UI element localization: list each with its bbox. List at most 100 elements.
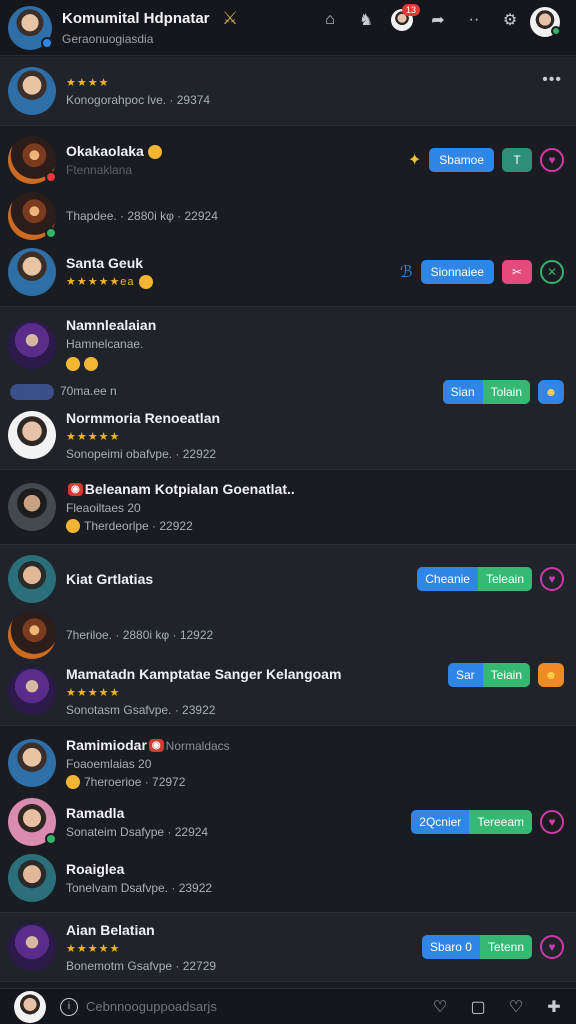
list-group: Namnlealaian Hamnelcanae. 70ma.ee n Sian… (0, 307, 576, 470)
split-left[interactable]: Sian (442, 380, 483, 404)
avatar (8, 483, 56, 531)
split-left[interactable]: 2Qcnier (411, 810, 470, 834)
action-button[interactable]: Sionnaiee (420, 260, 494, 284)
square-button[interactable]: T (502, 148, 532, 172)
player-list: ★★★★ Konogorahpoc lve. · 29374 ••• Okaka… (0, 57, 576, 989)
square-icon[interactable]: ▢ (466, 995, 490, 1019)
status-dot (45, 171, 57, 183)
split-left[interactable]: Sar (447, 663, 483, 687)
item-name: ◉ Beleanam Kotpialan Goenatlat.. (66, 481, 386, 497)
list-item[interactable]: Ramimiodar ◉ Normaldacs Foaoemlaias 20 7he… (0, 732, 576, 794)
reaction-icon[interactable]: ✕ (540, 260, 564, 284)
item-meta2-text: 7heroerioe · 72972 (84, 774, 186, 789)
list-item[interactable]: Aian Belatian ★★★★★ Bonemotm Gsafvpe · 2… (0, 919, 576, 975)
item-info: Mamatadn Kamptatae Sanger Kelangoam ★★★★… (66, 666, 386, 717)
list-group: Ramimiodar ◉ Normaldacs Foaoemlaias 20 7he… (0, 726, 576, 913)
split-action-button[interactable]: Sar Teiain (447, 663, 530, 687)
chat-icon[interactable]: ☻ (538, 663, 564, 687)
square-button[interactable]: ✂ (502, 260, 532, 284)
item-actions: ℬ Sionnaiee ✂ ✕ (400, 260, 564, 284)
split-right[interactable]: Teiain (482, 663, 530, 687)
bottom-avatar[interactable] (14, 990, 46, 1023)
bottom-icons: ♡ ▢ ♡ ✚ (428, 995, 566, 1019)
reaction-icon[interactable]: ♥ (540, 148, 564, 172)
header-titles: Komumital Hdpnatar Geraonuogiasdia (62, 10, 232, 46)
profile-avatar[interactable] (8, 5, 53, 50)
status-dot (45, 227, 57, 239)
online-dot (551, 26, 561, 36)
item-meta-text: 70ma.ee n (60, 384, 117, 399)
more-dots-icon[interactable]: ·· (462, 8, 486, 32)
chat-bubble-icon[interactable]: ♡ (428, 995, 452, 1019)
user-avatar[interactable] (530, 7, 561, 37)
share-icon[interactable]: ➦ (426, 8, 450, 32)
action-button[interactable]: Sbamoe (429, 148, 494, 172)
item-actions: 2Qcnier Tereeam ♥ (411, 810, 564, 834)
chat-icon[interactable]: ☻ (538, 380, 564, 404)
header-icons: ⌂ ♞ 13 ➦ ·· ⚙ (318, 4, 522, 32)
item-name: Mamatadn Kamptatae Sanger Kelangoam (66, 665, 342, 682)
item-meta: Bonemotm Gsafvpe · 22729 (66, 958, 217, 973)
item-meta: 7heriloe. · 2880i kφ · 12922 (66, 628, 214, 642)
split-left[interactable]: Sbaro 0 (421, 935, 480, 959)
reaction-icon[interactable]: ♥ (540, 567, 564, 591)
split-action-button[interactable]: Sbaro 0 Tetenn (421, 935, 532, 959)
emoji-icon (66, 775, 80, 790)
reaction-icon[interactable]: ♥ (540, 810, 564, 834)
emoji-icon (66, 356, 80, 371)
more-options-icon[interactable]: ••• (542, 71, 562, 89)
item-meta-secondary: Therdeorlpe · 22922 (66, 519, 386, 534)
gear-icon[interactable]: ⚙ (498, 8, 522, 32)
list-item[interactable]: Roaiglea Tonelvam Dsafvpe. · 23922 (0, 850, 576, 906)
list-item[interactable]: Santa Geuk ★★★★★ea ℬ Sionnaiee ✂ ✕ (0, 244, 576, 300)
list-item[interactable]: ◉ Beleanam Kotpialan Goenatlat.. Fleaoilt… (0, 476, 576, 538)
list-item[interactable]: Normmoria Renoeatlan ★★★★★ Sonopeimi oba… (0, 407, 576, 463)
split-action-button[interactable]: Cheanie Teleain (417, 567, 532, 591)
list-item[interactable]: Ramadla Sonateim Dsafype · 22924 2Qcnier… (0, 794, 576, 850)
app-subtitle: Geraonuogiasdia (62, 31, 154, 46)
item-meta: Fleaoiltaes 20 (66, 500, 141, 515)
list-item[interactable]: 70ma.ee n Sian Tolain ☻ (0, 377, 576, 407)
puzzle-icon[interactable]: ✚ (542, 995, 566, 1019)
emoji-icon (66, 519, 80, 534)
home-icon[interactable]: ⌂ (318, 8, 342, 32)
list-item[interactable]: 7heriloe. · 2880i kφ · 12922 (0, 607, 576, 663)
split-right[interactable]: Tetenn (479, 935, 532, 959)
split-right[interactable]: Tolain (482, 380, 530, 404)
item-tag-text: Normaldacs (165, 738, 230, 753)
item-meta: Sonopeimi obafvpe. · 22922 (66, 446, 217, 461)
emoji-icon: ✦ (407, 152, 422, 169)
tag-icon: ◉ (148, 739, 164, 753)
item-name: Ramimiodar ◉ Normaldacs (66, 737, 386, 753)
item-meta: Foaoemlaias 20 (66, 756, 152, 771)
split-left[interactable]: Cheanie (417, 567, 478, 591)
item-name: Santa Geuk (66, 254, 144, 271)
app-window: Komumital Hdpnatar Geraonuogiasdia ⚔ ⌂ ♞… (0, 0, 576, 1024)
split-action-button[interactable]: 2Qcnier Tereeam (411, 810, 532, 834)
item-info: ◉ Beleanam Kotpialan Goenatlat.. Fleaoilt… (66, 481, 386, 534)
heart-icon[interactable]: ♡ (504, 995, 528, 1019)
list-group: ◉ Beleanam Kotpialan Goenatlat.. Fleaoilt… (0, 470, 576, 545)
list-item[interactable]: Kiat Grtlatias Cheanie Teleain ♥ (0, 551, 576, 607)
split-action-button[interactable]: Sian Tolain (442, 380, 530, 404)
split-right[interactable]: Tereeam (469, 810, 532, 834)
notification-avatar-icon[interactable]: 13 (390, 4, 420, 32)
split-right[interactable]: Teleain (477, 567, 532, 591)
top-bar: Komumital Hdpnatar Geraonuogiasdia ⚔ ⌂ ♞… (0, 0, 576, 56)
item-info: Ramimiodar ◉ Normaldacs Foaoemlaias 20 7he… (66, 737, 386, 790)
list-item[interactable]: Thapdee. · 2880i kφ · 22924 (0, 188, 576, 244)
controller-icon (10, 384, 54, 400)
list-item[interactable]: ★★★★ Konogorahpoc lve. · 29374 ••• (0, 63, 576, 119)
status-dot (41, 36, 53, 49)
avatar (8, 67, 56, 115)
emoji-row (66, 355, 386, 373)
search-input[interactable] (86, 999, 346, 1014)
list-item[interactable]: Mamatadn Kamptatae Sanger Kelangoam ★★★★… (0, 663, 576, 719)
link-icon: ℬ (400, 264, 413, 281)
item-meta: Konogorahpoc lve. · 29374 (66, 92, 211, 107)
reaction-icon[interactable]: ♥ (540, 935, 564, 959)
list-item[interactable]: Okakaolaka Ftennaklana ✦ Sbamoe T ♥ (0, 132, 576, 188)
item-actions: Cheanie Teleain ♥ (417, 567, 564, 591)
list-item[interactable]: Namnlealaian Hamnelcanae. (0, 313, 576, 377)
character-icon[interactable]: ♞ (354, 8, 378, 32)
